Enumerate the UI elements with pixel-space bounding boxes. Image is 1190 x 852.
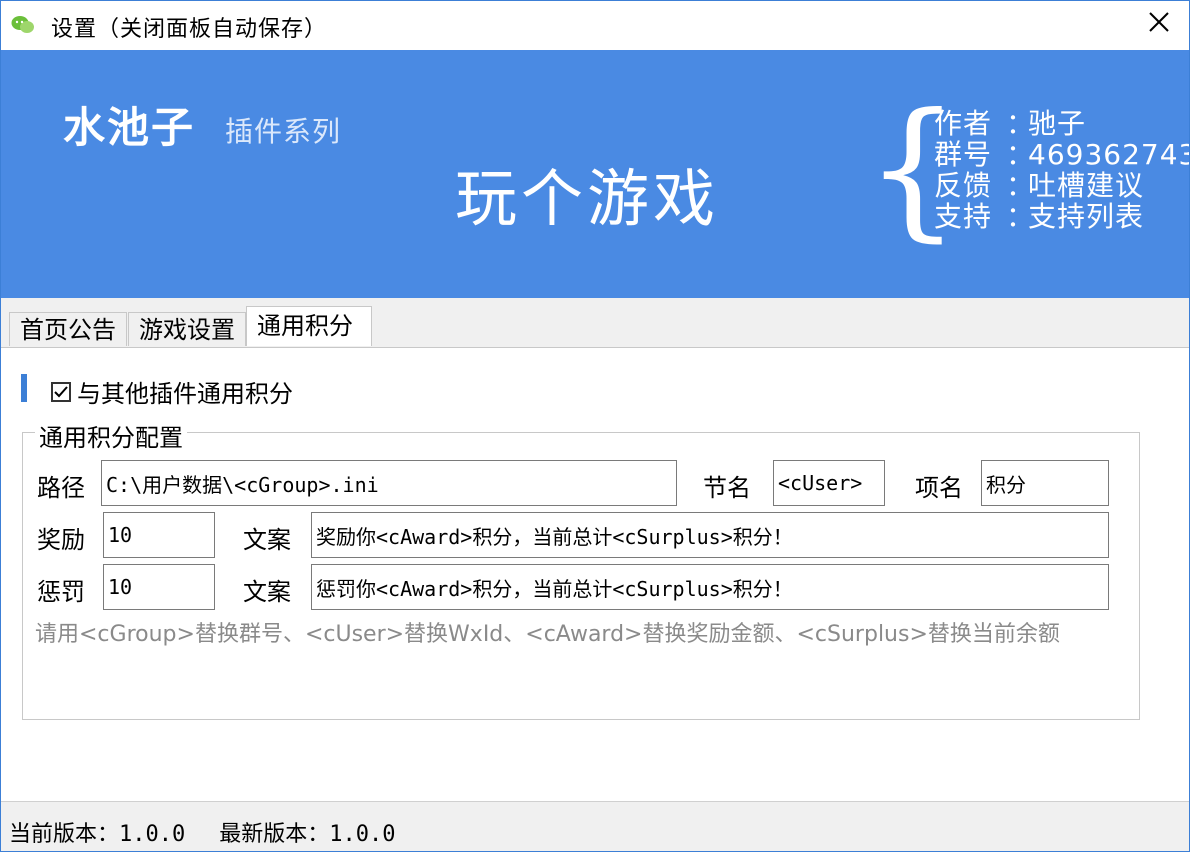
close-button[interactable] [1129, 1, 1189, 47]
info-sep: ： [1006, 138, 1036, 171]
info-sep: ： [1006, 169, 1036, 202]
placeholder-hint: 请用<cGroup>替换群号、<cUser>替换WxId、<cAward>替换奖… [35, 622, 1060, 647]
header-banner: 水池子 插件系列 玩个游戏 { 作者 ：驰子 群号 ：469362743 反馈 ：吐槽… [1, 50, 1189, 298]
share-points-checkbox[interactable]: 与其他插件通用积分 [51, 374, 293, 409]
path-label: 路径 [37, 474, 85, 502]
share-points-label: 与其他插件通用积分 [77, 380, 293, 408]
close-icon [1148, 11, 1170, 37]
settings-window: 设置（关闭面板自动保存） 水池子 插件系列 玩个游戏 { 作者 ：驰子 群号 ：46… [0, 0, 1190, 852]
info-author-value: 驰子 [1028, 107, 1087, 140]
penalty-input[interactable] [103, 564, 215, 610]
penalty-text-label: 文案 [243, 578, 291, 606]
latest-version: 1.0.0 [329, 822, 396, 847]
reward-input[interactable] [103, 512, 215, 558]
tab-game-settings[interactable]: 游戏设置 [128, 312, 246, 346]
tab-shared-points[interactable]: 通用积分 [246, 306, 372, 346]
reward-text-input[interactable] [311, 512, 1109, 558]
info-key: 群号 [934, 138, 993, 171]
info-group: 群号 ：469362743 [934, 138, 1189, 171]
path-input[interactable] [101, 460, 677, 506]
item-input[interactable] [981, 460, 1109, 506]
section-label: 节名 [703, 474, 751, 502]
group-title: 通用积分配置 [35, 418, 187, 453]
latest-version-label: 最新版本： [219, 822, 330, 847]
tab-home-notice[interactable]: 首页公告 [9, 312, 127, 346]
penalty-label: 惩罚 [37, 578, 85, 606]
tab-bar: 首页公告 游戏设置 通用积分 [1, 298, 1189, 348]
brand-subtitle: 插件系列 [225, 115, 342, 148]
title-bar[interactable]: 设置（关闭面板自动保存） [1, 1, 1189, 49]
accent-bar [21, 374, 27, 402]
status-bar: 当前版本：1.0.0 最新版本：1.0.0 [1, 801, 1189, 851]
info-support: 支持 ：支持列表 [934, 200, 1189, 233]
penalty-text-input[interactable] [311, 564, 1109, 610]
info-sep: ： [1006, 200, 1036, 233]
info-feedback: 反馈 ：吐槽建议 [934, 169, 1189, 202]
info-sep: ： [1006, 107, 1036, 140]
info-group-value[interactable]: 469362743 [1028, 138, 1189, 171]
checkbox-box[interactable] [51, 381, 71, 402]
version-info: 当前版本：1.0.0 最新版本：1.0.0 [9, 816, 396, 848]
feedback-link[interactable]: 吐槽建议 [1028, 169, 1144, 202]
info-key: 反馈 [934, 169, 993, 202]
current-version: 1.0.0 [119, 822, 186, 847]
section-input[interactable] [773, 460, 885, 506]
support-list-link[interactable]: 支持列表 [1028, 200, 1144, 233]
check-icon [53, 378, 69, 406]
current-version-label: 当前版本： [9, 822, 120, 847]
item-label: 项名 [915, 474, 963, 502]
wechat-icon [11, 15, 35, 35]
info-key: 支持 [934, 200, 993, 233]
window-title: 设置（关闭面板自动保存） [51, 17, 328, 42]
reward-label: 奖励 [37, 526, 85, 554]
plugin-title: 玩个游戏 [455, 162, 720, 235]
info-list: 作者 ：驰子 群号 ：469362743 反馈 ：吐槽建议 支持 ：支持列表 [934, 107, 1189, 233]
reward-text-label: 文案 [243, 526, 291, 554]
tab-content-shared-points: 与其他插件通用积分 通用积分配置 路径 节名 项名 奖励 文案 惩罚 文案 请用… [1, 348, 1189, 802]
info-author: 作者 ：驰子 [934, 107, 1189, 140]
brand-name: 水池子 [63, 103, 196, 152]
info-key: 作者 [934, 107, 993, 140]
